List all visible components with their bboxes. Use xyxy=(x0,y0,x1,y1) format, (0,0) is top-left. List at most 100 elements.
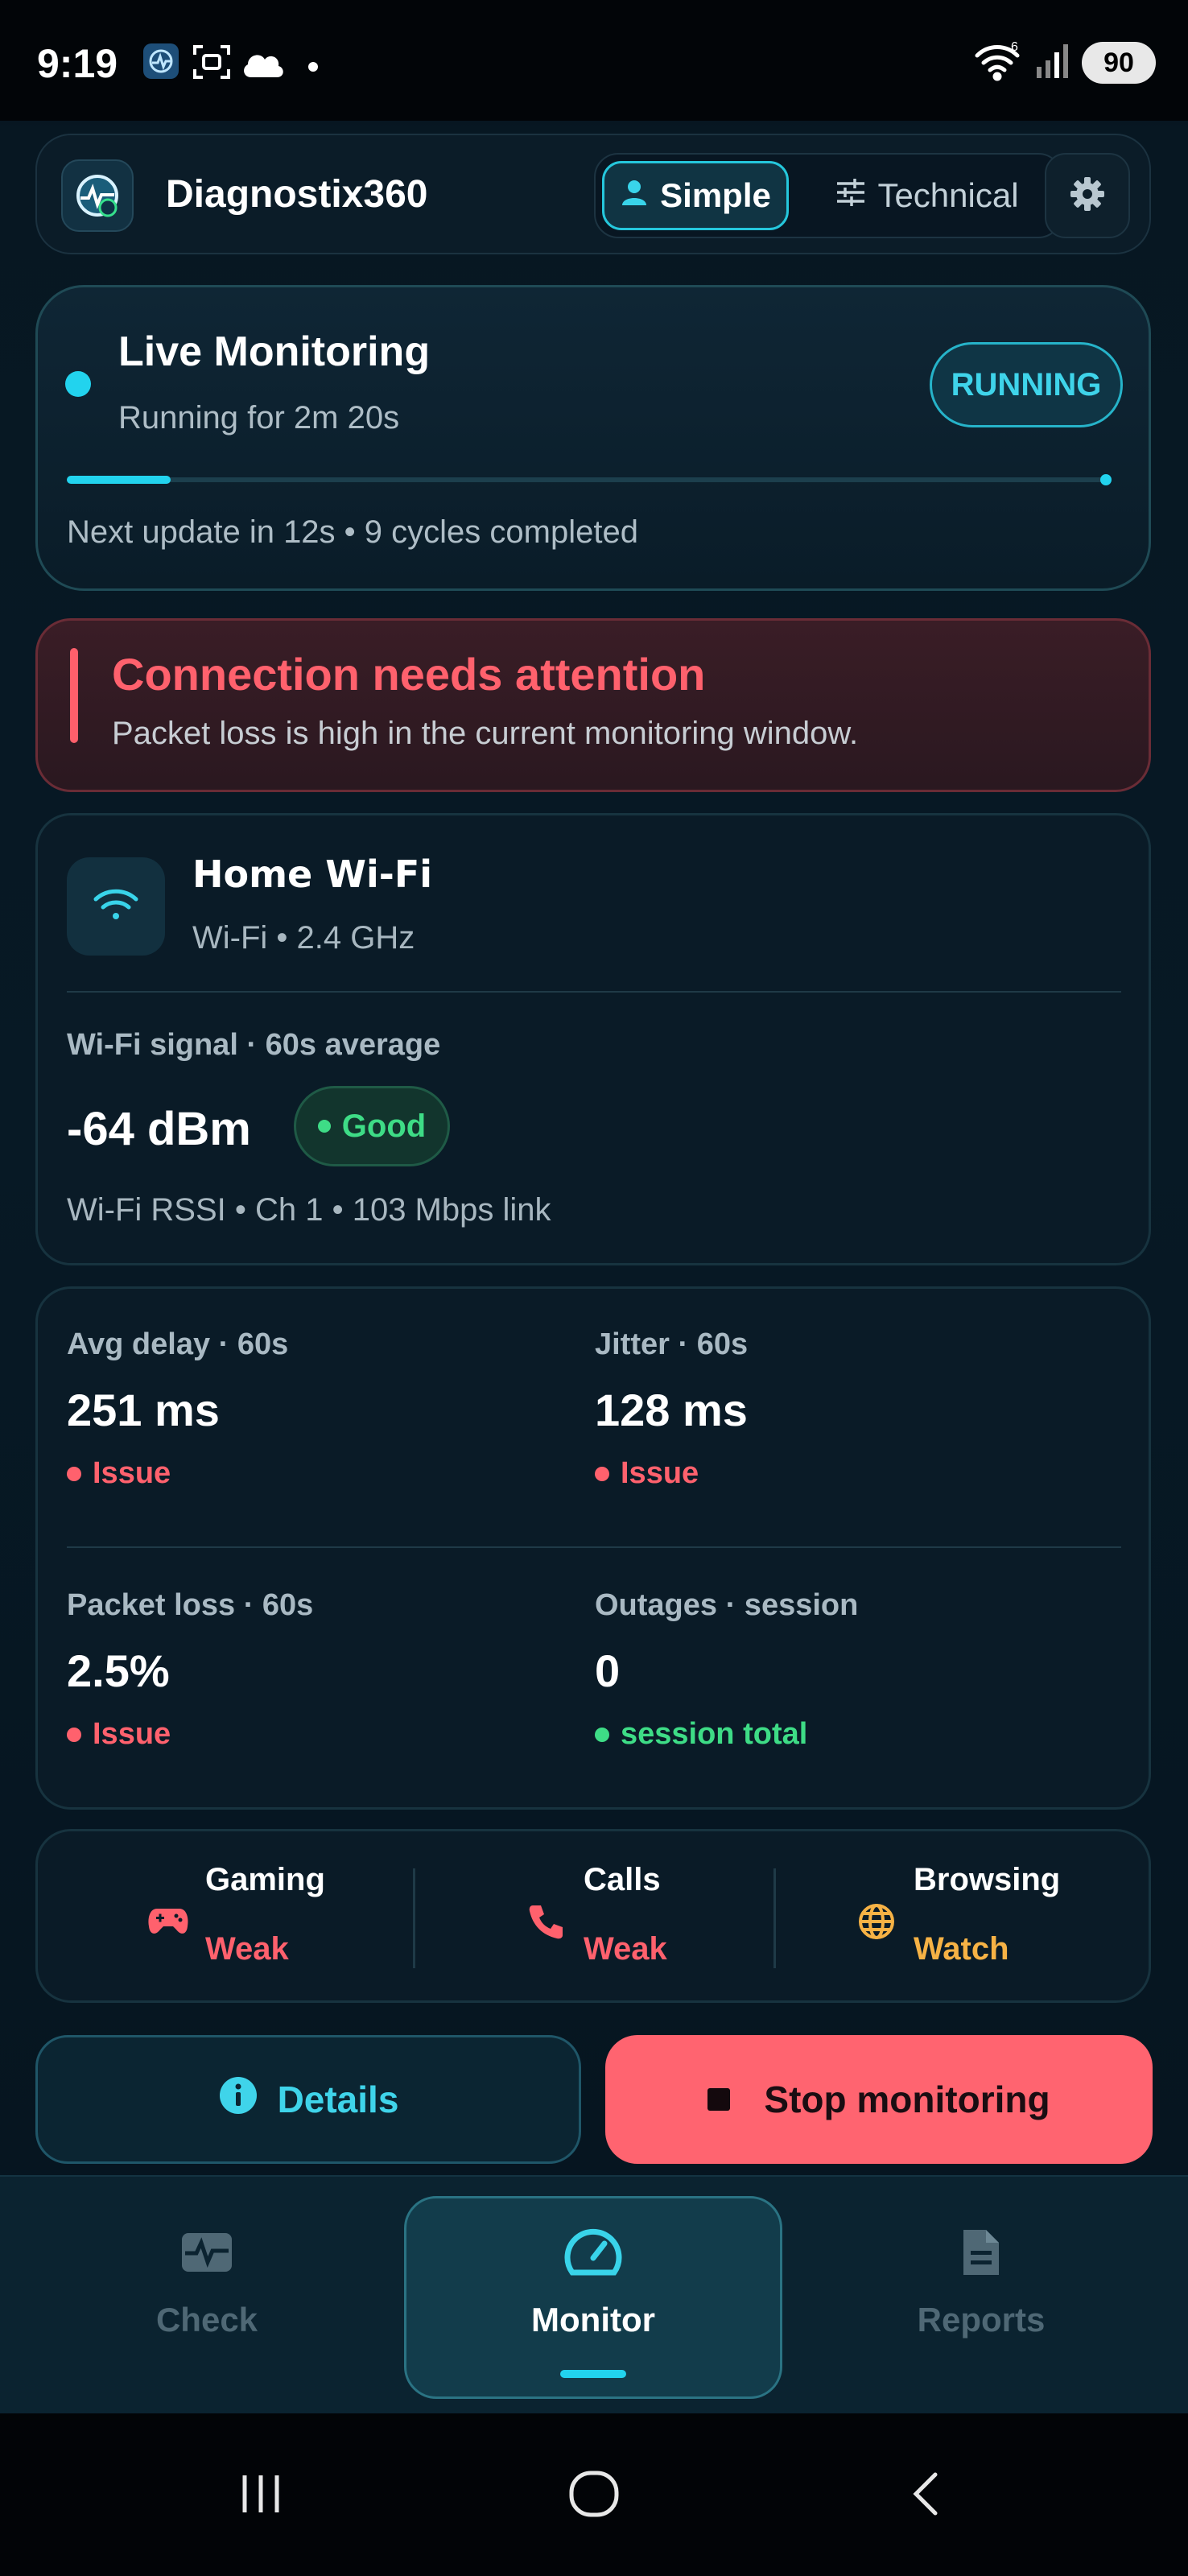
connection-alert: Connection needs attention Packet loss i… xyxy=(35,618,1151,792)
mode-technical-button[interactable]: Technical xyxy=(806,161,1048,230)
activity-separator xyxy=(413,1868,415,1968)
metric-label: Jitter · 60s xyxy=(595,1327,749,1361)
svg-text:6: 6 xyxy=(1011,41,1018,54)
pulse-icon xyxy=(180,2220,233,2285)
wifi-icon xyxy=(93,886,139,927)
activity-name: Calls xyxy=(584,1862,661,1897)
mode-simple-button[interactable]: Simple xyxy=(602,161,789,230)
signal-value: -64 dBm xyxy=(67,1103,251,1155)
metric-outages: Outages · session 0 session total xyxy=(595,1588,1078,1798)
notification-dot-icon xyxy=(307,61,319,76)
metric-status: session total xyxy=(595,1717,807,1752)
cellular-signal-icon xyxy=(1035,43,1070,84)
status-dot xyxy=(67,1727,81,1742)
wifi-status-icon: 6 xyxy=(974,40,1024,85)
speedometer-icon xyxy=(561,2220,625,2285)
activity-quality-card: Gaming Weak Calls Weak Browsing Watch xyxy=(35,1829,1151,2003)
signal-label: Wi-Fi signal · 60s average xyxy=(67,1028,441,1062)
details-button[interactable]: Details xyxy=(35,2035,581,2164)
cycle-progress-bar xyxy=(67,474,1112,485)
good-dot xyxy=(317,1120,331,1133)
activity-name: Browsing xyxy=(914,1862,1061,1897)
metric-status-label: Issue xyxy=(621,1456,699,1490)
status-bar: 9:19 6 90 xyxy=(0,0,1188,121)
metric-value: 2.5% xyxy=(67,1645,170,1696)
nav-check[interactable]: Check xyxy=(18,2177,396,2415)
screenshot-icon xyxy=(192,42,232,86)
phone-icon xyxy=(526,1901,567,1942)
live-title: Live Monitoring xyxy=(118,328,431,375)
metric-value: 0 xyxy=(595,1645,621,1696)
recent-apps-button[interactable] xyxy=(212,2462,309,2526)
metric-jitter: Jitter · 60s 128 ms Issue xyxy=(595,1327,1078,1537)
stop-monitoring-label: Stop monitoring xyxy=(764,2079,1050,2120)
live-monitoring-card: Live Monitoring Running for 2m 20s RUNNI… xyxy=(35,285,1151,591)
app-logo xyxy=(61,159,134,232)
nav-monitor-label: Monitor xyxy=(531,2301,655,2339)
app-notification-icon xyxy=(142,42,180,85)
metrics-card: Avg delay · 60s 251 ms Issue Jitter · 60… xyxy=(35,1286,1151,1810)
mode-technical-label: Technical xyxy=(877,176,1019,214)
back-button[interactable] xyxy=(877,2462,974,2526)
person-icon xyxy=(620,176,649,215)
document-icon xyxy=(960,2220,1002,2285)
wifi-tile xyxy=(67,857,165,956)
activity-gaming: Gaming Weak xyxy=(147,1831,501,2005)
activity-browsing: Browsing Watch xyxy=(856,1831,1188,2005)
gamepad-icon xyxy=(147,1901,189,1942)
metric-label: Avg delay · 60s xyxy=(67,1327,289,1361)
gear-icon xyxy=(1069,175,1106,217)
nav-reports[interactable]: Reports xyxy=(792,2177,1170,2415)
status-dot xyxy=(595,1727,609,1742)
live-status-dot xyxy=(65,371,91,397)
status-dot xyxy=(595,1466,609,1481)
metric-status: Issue xyxy=(595,1456,699,1491)
metric-label: Outages · session xyxy=(595,1588,859,1622)
status-dot xyxy=(67,1466,81,1481)
cycle-progress-end xyxy=(1100,474,1112,485)
activity-separator xyxy=(773,1868,776,1968)
app-header: Diagnostix360 Simple Technical xyxy=(35,134,1151,254)
metric-status: Issue xyxy=(67,1717,171,1752)
running-badge: RUNNING xyxy=(930,342,1123,427)
metric-value: 251 ms xyxy=(67,1385,220,1435)
settings-button[interactable] xyxy=(1045,153,1130,238)
live-duration: Running for 2m 20s xyxy=(118,400,400,436)
metric-status-label: Issue xyxy=(93,1717,171,1751)
network-meta: Wi-Fi • 2.4 GHz xyxy=(192,920,415,956)
nav-reports-label: Reports xyxy=(917,2301,1046,2339)
mode-simple-label: Simple xyxy=(660,176,771,214)
stop-monitoring-button[interactable]: Stop monitoring xyxy=(605,2035,1153,2164)
nav-active-indicator xyxy=(560,2370,626,2378)
metric-status-label: session total xyxy=(621,1717,808,1751)
nav-check-label: Check xyxy=(155,2301,258,2339)
cycle-progress-fill xyxy=(67,476,171,484)
activity-name: Gaming xyxy=(205,1862,325,1897)
globe-icon xyxy=(856,1901,897,1942)
network-divider xyxy=(67,991,1121,993)
app-title: Diagnostix360 xyxy=(166,173,428,216)
signal-meta: Wi-Fi RSSI • Ch 1 • 103 Mbps link xyxy=(67,1192,551,1228)
alert-text: Packet loss is high in the current monit… xyxy=(112,716,859,751)
info-icon xyxy=(218,2075,258,2124)
activity-status: Weak xyxy=(584,1931,667,1967)
battery-indicator: 90 xyxy=(1082,42,1156,84)
signal-quality-badge: Good xyxy=(294,1086,450,1166)
cloud-icon xyxy=(240,47,287,83)
bottom-navigation: Check Monitor Reports xyxy=(0,2175,1188,2413)
system-navigation-bar xyxy=(0,2413,1188,2576)
metric-value: 128 ms xyxy=(595,1385,748,1435)
signal-quality-label: Good xyxy=(341,1108,427,1144)
metric-avg-delay: Avg delay · 60s 251 ms Issue xyxy=(67,1327,550,1537)
metric-label: Packet loss · 60s xyxy=(67,1588,314,1622)
network-card: Home Wi-Fi Wi-Fi • 2.4 GHz Wi-Fi signal … xyxy=(35,813,1151,1265)
alert-title: Connection needs attention xyxy=(112,649,706,700)
sliders-icon xyxy=(835,176,866,215)
stop-icon xyxy=(707,2088,731,2111)
home-button[interactable] xyxy=(546,2462,642,2526)
mode-switch: Simple Technical xyxy=(594,153,1062,238)
nav-monitor[interactable]: Monitor xyxy=(404,2177,782,2415)
details-label: Details xyxy=(277,2079,399,2120)
metric-status: Issue xyxy=(67,1456,171,1491)
metric-status-label: Issue xyxy=(93,1456,171,1490)
